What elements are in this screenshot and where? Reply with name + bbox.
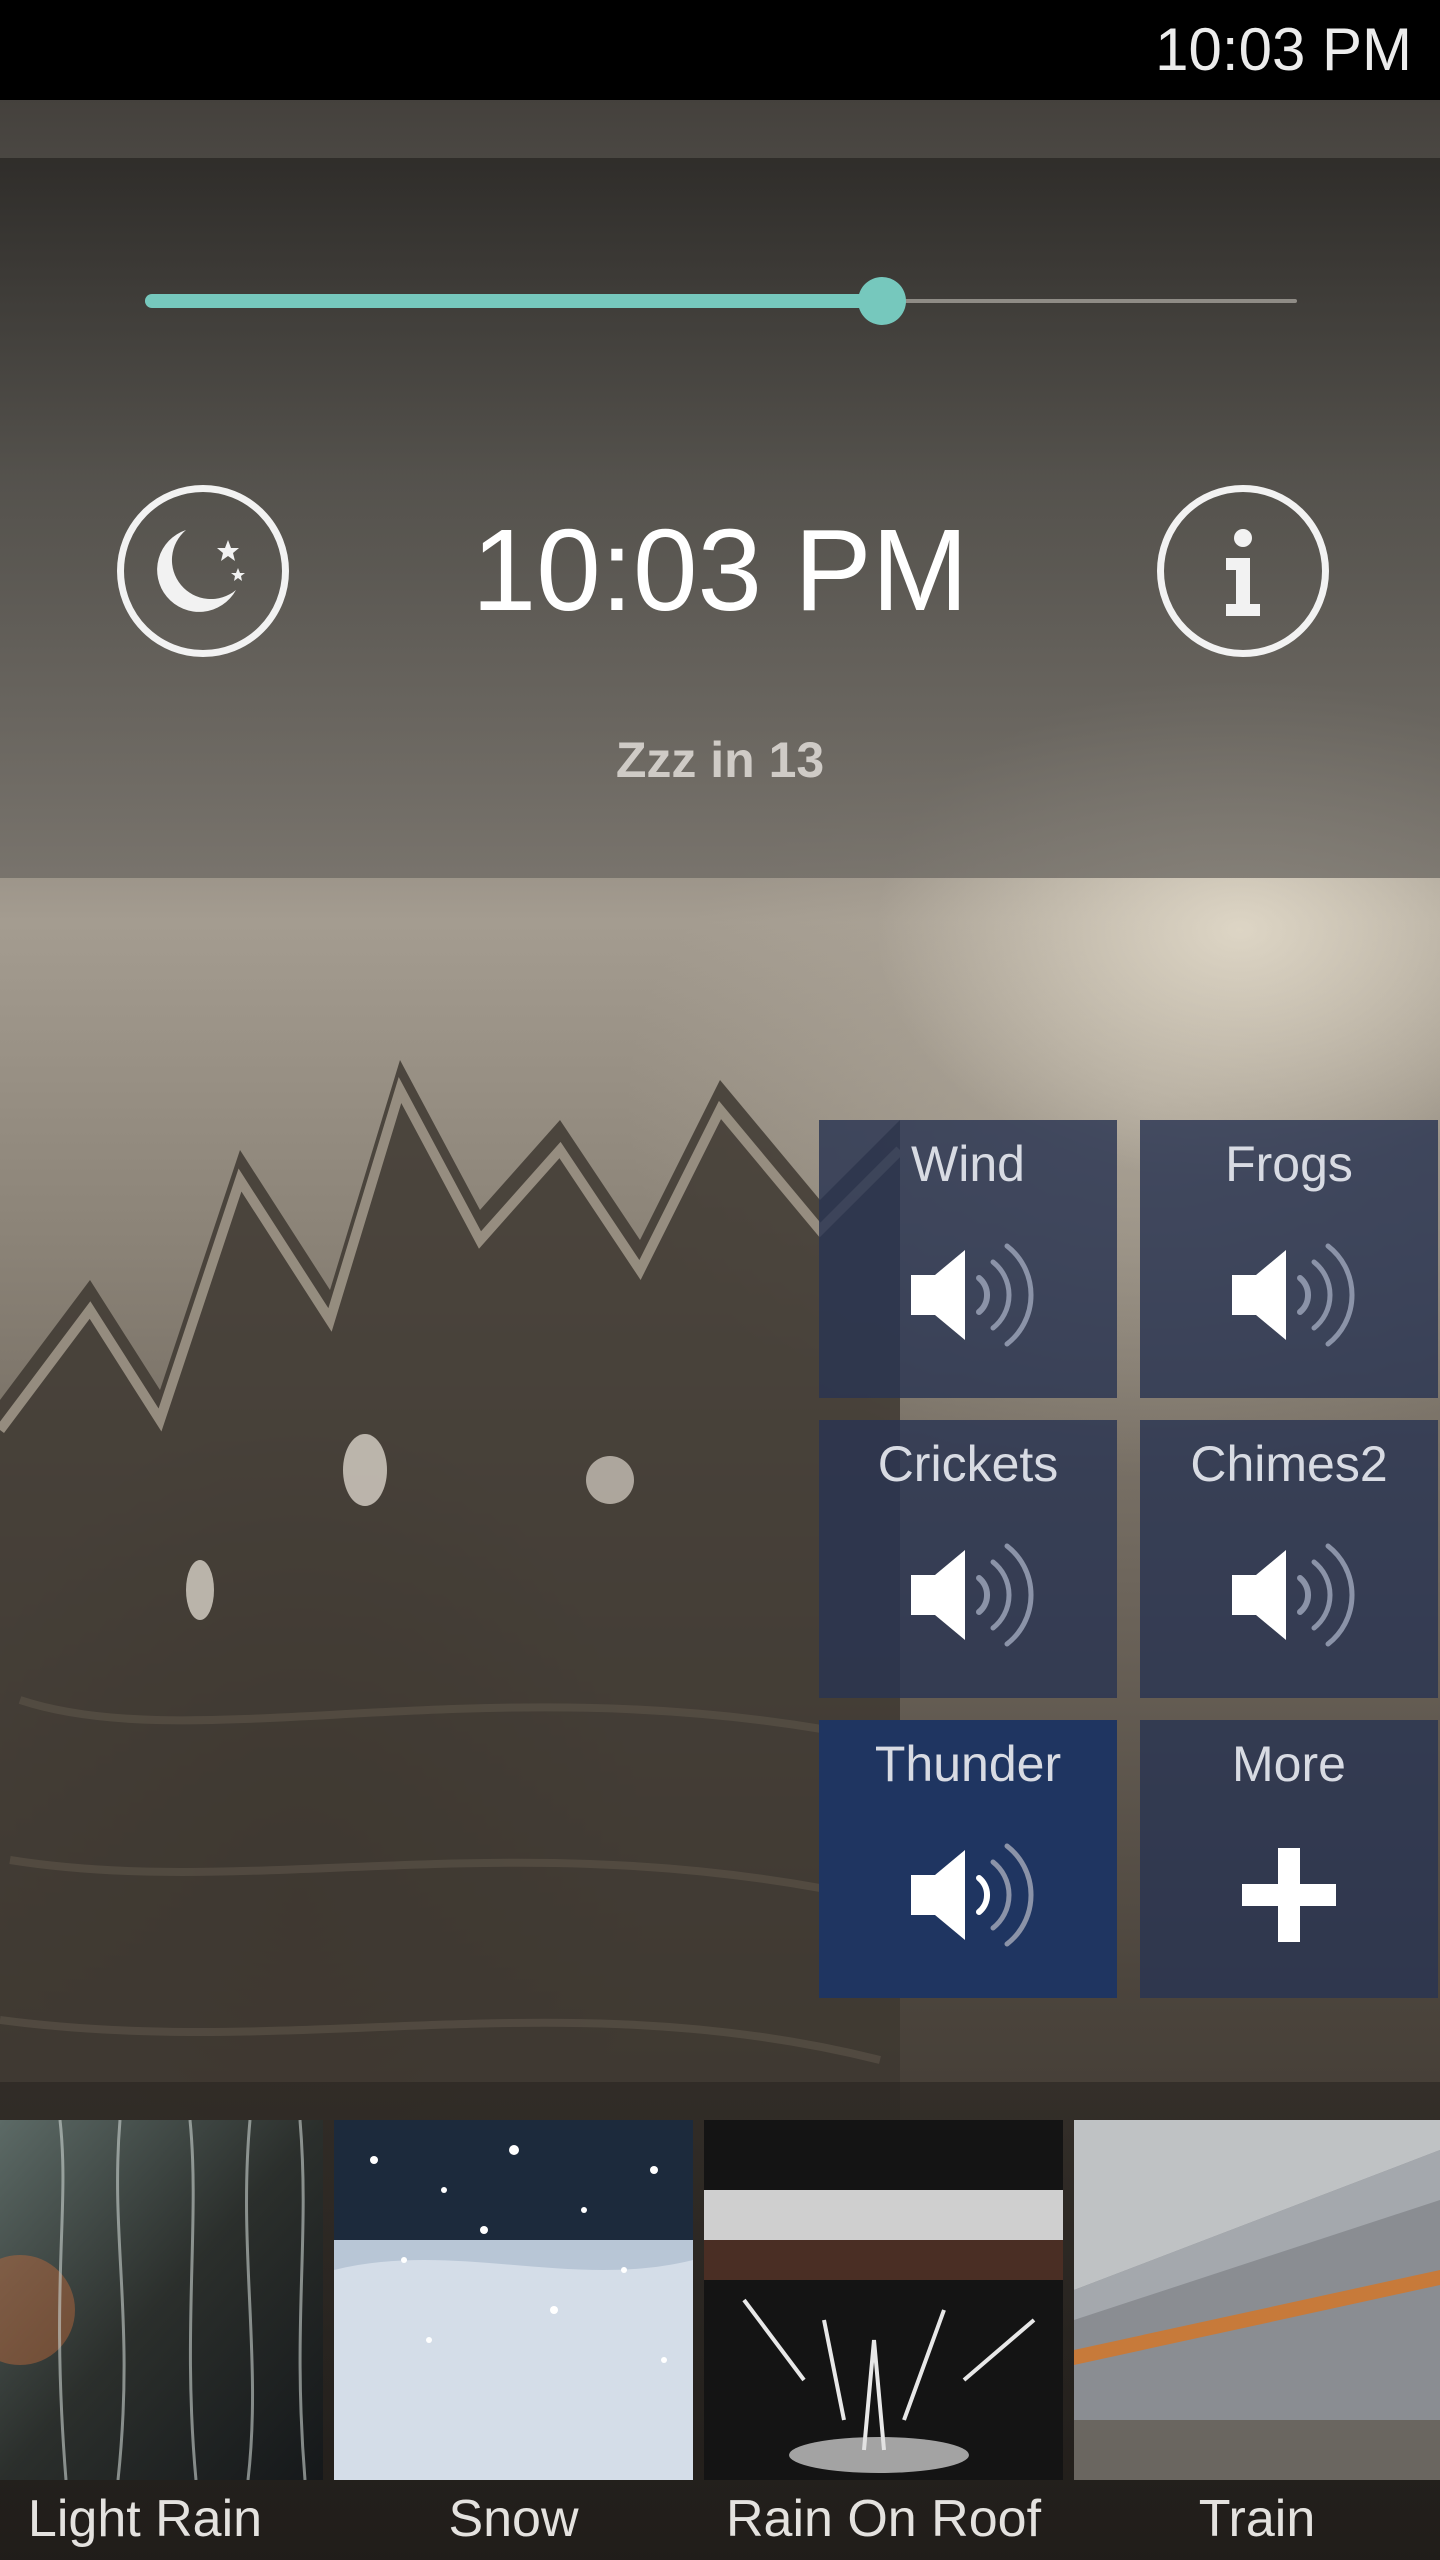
info-icon (1226, 529, 1260, 616)
sound-label-light-rain[interactable]: Light Rain (0, 2484, 290, 2554)
mix-tile-label: Thunder (874, 1736, 1062, 1792)
sleep-timer-slider-thumb[interactable] (858, 277, 907, 325)
sound-thumbnail-train[interactable] (1074, 2120, 1440, 2480)
sleep-timer-slider-fill (145, 294, 883, 308)
info-button[interactable] (1157, 485, 1329, 657)
mix-tile-label: Wind (911, 1136, 1025, 1192)
snow-image (334, 2120, 693, 2480)
mix-tile-wind[interactable]: Wind (819, 1120, 1117, 1398)
mix-tile-crickets[interactable]: Crickets (819, 1420, 1117, 1698)
sound-thumbnail-light-rain[interactable] (0, 2120, 323, 2480)
mix-tile-thunder[interactable]: Thunder (819, 1720, 1117, 1998)
light-rain-image (0, 2120, 323, 2480)
train-image (1074, 2120, 1440, 2480)
sound-thumbnail-snow[interactable] (334, 2120, 693, 2480)
plus-icon (1242, 1848, 1336, 1942)
mix-tile-label: Chimes2 (1190, 1436, 1388, 1492)
sound-thumbnail-rain-on-roof[interactable] (704, 2120, 1063, 2480)
speaker-icon (1232, 1543, 1355, 1647)
sleep-mode-button[interactable] (117, 485, 289, 657)
mix-tile-frogs[interactable]: Frogs (1140, 1120, 1438, 1398)
speaker-icon (911, 1543, 1034, 1647)
speaker-icon (911, 1243, 1034, 1347)
moon-stars-icon (157, 530, 245, 612)
mix-tile-label: More (1232, 1736, 1346, 1792)
speaker-icon (911, 1843, 1034, 1947)
status-bar: 10:03 PM (0, 0, 1440, 100)
mix-tile-more[interactable]: More (1140, 1720, 1438, 1998)
current-time: 10:03 PM (471, 505, 969, 635)
sound-label-train[interactable]: Train (1074, 2484, 1440, 2554)
speaker-icon (1232, 1243, 1355, 1347)
rain-on-roof-image (704, 2120, 1063, 2480)
roof-photo-detail (0, 1060, 900, 2200)
sleep-countdown: Zzz in 13 (615, 732, 825, 788)
mix-tile-label: Frogs (1225, 1136, 1353, 1192)
sound-label-snow[interactable]: Snow (334, 2484, 693, 2554)
status-time: 10:03 PM (1155, 16, 1412, 83)
mix-tile-chimes2[interactable]: Chimes2 (1140, 1420, 1438, 1698)
mix-tile-label: Crickets (877, 1436, 1059, 1492)
sound-label-rain-on-roof[interactable]: Rain On Roof (704, 2484, 1063, 2554)
